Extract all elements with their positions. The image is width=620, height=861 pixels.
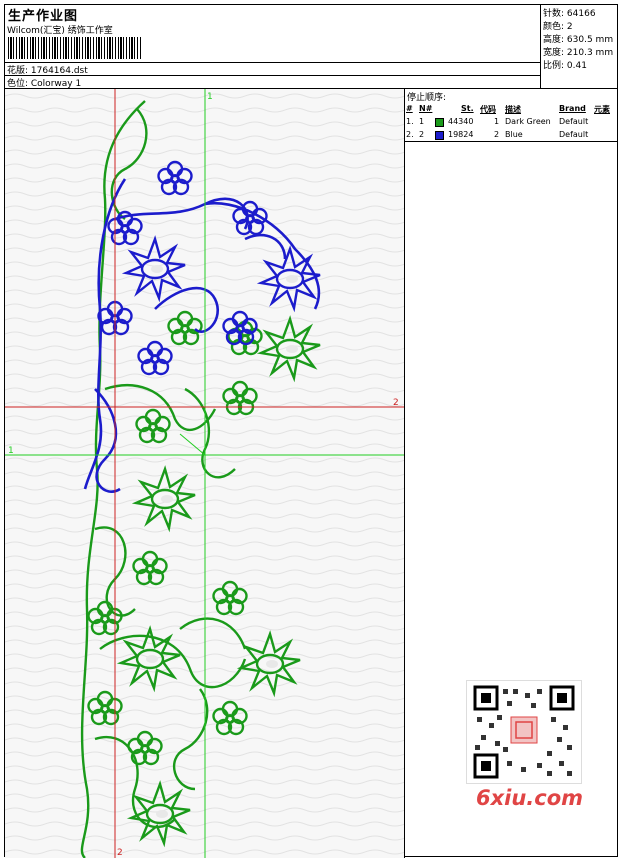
divider	[5, 75, 541, 76]
info-scale: 比例: 0.41	[543, 61, 587, 71]
design-preview-canvas: 1 1 2 2	[5, 89, 405, 858]
watermark: 6xiu.com	[476, 786, 584, 810]
info-height: 高度: 630.5 mm	[543, 35, 614, 45]
qr-code	[466, 680, 582, 784]
guide-label: 1	[207, 92, 213, 102]
barcode	[8, 37, 141, 59]
guide-label: 2	[117, 848, 123, 858]
guide-label: 2	[393, 398, 399, 408]
info-color-count: 颜色: 2	[543, 22, 573, 32]
embroidery-design: 1 1 2 2	[5, 89, 404, 858]
design-info: 针数: 64166 颜色: 2 高度: 630.5 mm 宽度: 210.3 m…	[541, 5, 617, 89]
stop-sequence-title: 停止顺序:	[407, 93, 447, 103]
qr-code-image	[473, 685, 575, 779]
table-header: # N# St. 代码 描述 Brand 元素	[406, 104, 610, 114]
table-row: 1. 1 44340 1 Dark Green Default	[406, 117, 589, 127]
colorway-label: 色位: Colorway 1	[7, 79, 82, 89]
header-left: 生产作业图 Wilcom(汇宝) 绣饰工作室 花版: 1764164.dst 色…	[5, 5, 541, 89]
stop-sequence-table: # N# St. 代码 描述 Brand 元素 1. 1 44340 1 Dar…	[405, 103, 617, 142]
info-width: 宽度: 210.3 mm	[543, 48, 614, 58]
company-name: Wilcom(汇宝) 绣饰工作室	[7, 26, 113, 36]
divider	[405, 141, 617, 142]
color-swatch	[435, 118, 444, 127]
guide-label: 1	[8, 446, 14, 456]
color-swatch	[435, 131, 444, 140]
page-title: 生产作业图	[8, 9, 79, 24]
info-stitch-count: 针数: 64166	[543, 9, 596, 19]
